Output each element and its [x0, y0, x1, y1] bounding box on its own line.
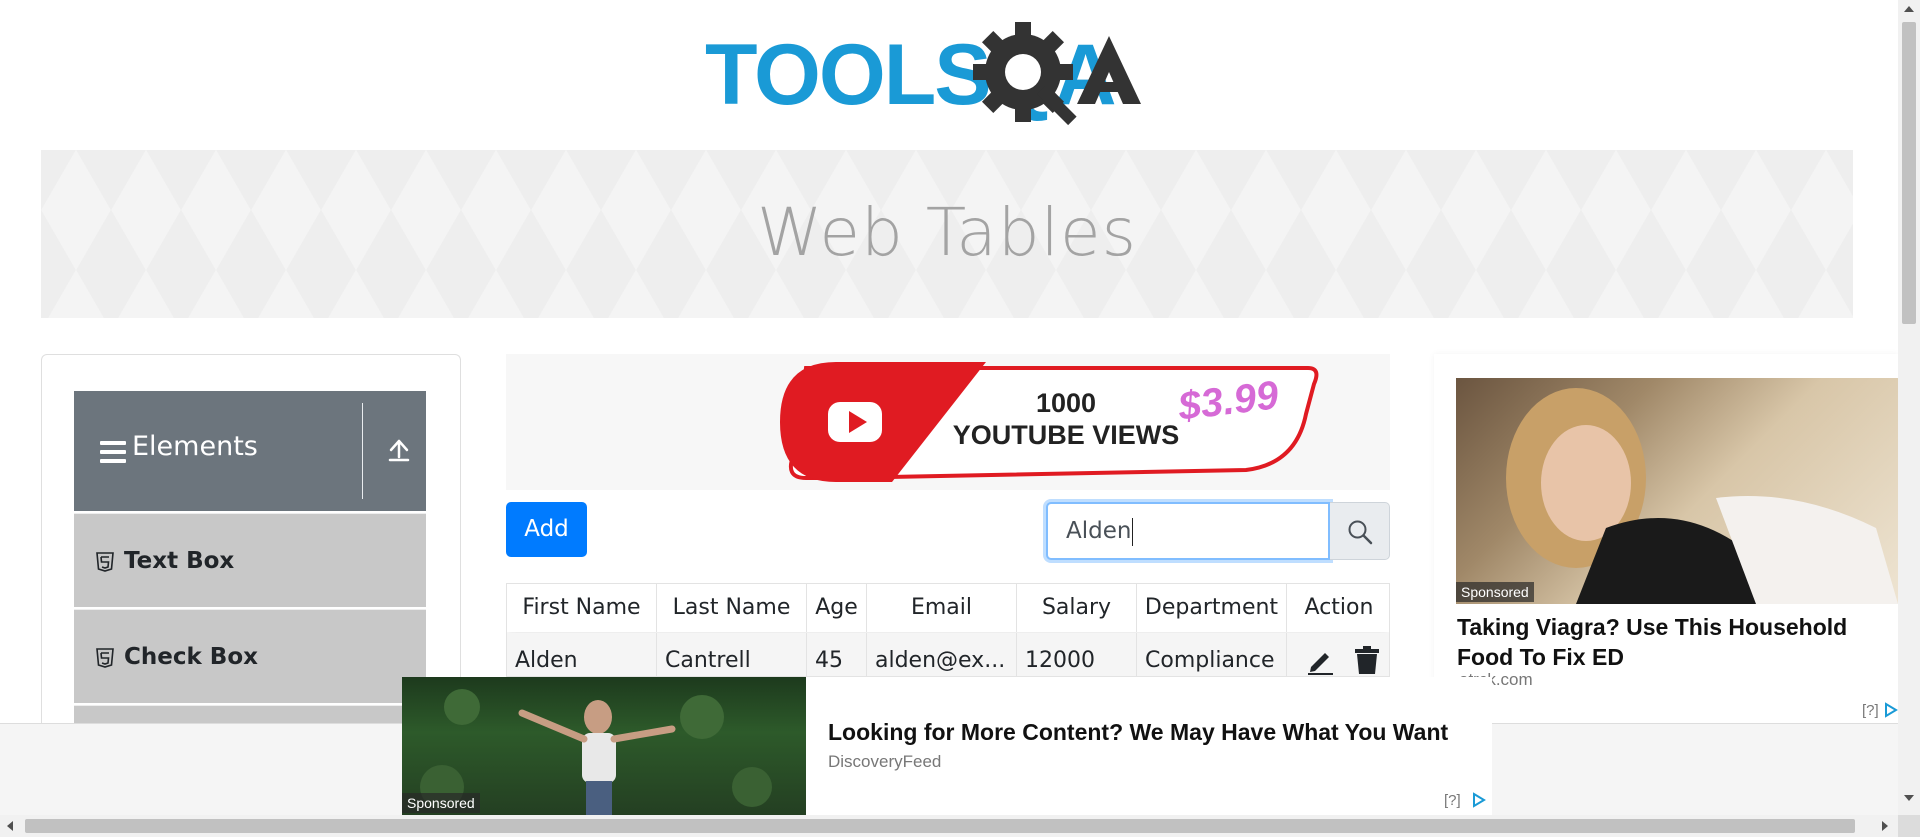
page-title: Web Tables [757, 194, 1137, 271]
sponsored-ad-bottom[interactable]: Sponsored Looking for More Content? We M… [402, 677, 1492, 815]
column-header-email[interactable]: Email [867, 584, 1017, 632]
sponsored-label: Sponsored [1456, 582, 1534, 602]
scrollbar-corner [1898, 815, 1920, 837]
scroll-left-icon[interactable] [7, 821, 13, 831]
ad-views-count: 1000 [1036, 388, 1096, 418]
adchoices-icon[interactable] [1472, 792, 1486, 808]
youtube-views-ad[interactable]: 1000 YOUTUBE VIEWS $3.99 [506, 354, 1390, 490]
cell-salary: 12000 [1017, 633, 1137, 676]
text-caret [1132, 517, 1134, 546]
scroll-right-icon[interactable] [1882, 821, 1888, 831]
column-header-first-name[interactable]: First Name [507, 584, 657, 632]
cell-age: 45 [807, 633, 867, 676]
ad-photo [1506, 388, 1898, 604]
ad-headline[interactable]: Taking Viagra? Use This Household Food T… [1457, 612, 1887, 672]
header: TOOLSQA [0, 0, 1898, 150]
column-header-last-name[interactable]: Last Name [657, 584, 807, 632]
ad-headline[interactable]: Looking for More Content? We May Have Wh… [828, 719, 1448, 746]
scroll-down-icon[interactable] [1904, 795, 1914, 801]
cell-email: alden@ex... [867, 633, 1017, 676]
web-table: First Name Last Name Age Email Salary De… [506, 583, 1390, 677]
sponsored-label: Sponsored [402, 793, 480, 813]
scrollbar-thumb[interactable] [25, 819, 1855, 833]
vertical-scrollbar[interactable] [1898, 0, 1920, 815]
column-header-action[interactable]: Action [1287, 584, 1389, 632]
search-input-value: Alden [1066, 518, 1132, 544]
trash-icon[interactable] [1353, 645, 1381, 675]
column-header-department[interactable]: Department [1137, 584, 1287, 632]
ad-source[interactable]: DiscoveryFeed [828, 752, 941, 772]
search-box: Alden [1046, 502, 1390, 560]
column-header-age[interactable]: Age [807, 584, 867, 632]
toolsqa-logo[interactable]: TOOLSQA [705, 22, 1195, 137]
header-divider [362, 403, 363, 499]
search-button[interactable] [1330, 502, 1390, 560]
html5-icon [96, 552, 114, 572]
cell-department: Compliance [1137, 633, 1287, 676]
scroll-up-icon[interactable] [1904, 6, 1914, 12]
cell-first-name: Alden [507, 633, 657, 676]
scrollbar-thumb[interactable] [1902, 22, 1916, 324]
ad-image[interactable]: Sponsored [1456, 378, 1898, 604]
table-header: First Name Last Name Age Email Salary De… [507, 584, 1389, 632]
add-button[interactable]: Add [506, 502, 587, 557]
ad-info-marker[interactable]: [?] [1862, 702, 1879, 719]
sidebar-item-label: Text Box [124, 548, 235, 574]
edit-pencil-icon[interactable] [1305, 645, 1335, 675]
sidebar-item-label: Check Box [124, 644, 258, 670]
cell-action [1287, 633, 1389, 676]
cell-last-name: Cantrell [657, 633, 807, 676]
left-panel: Elements Text Box Check Box [41, 354, 461, 734]
sidebar-item-text-box[interactable]: Text Box [74, 513, 426, 607]
ad-info-marker[interactable]: [?] [1444, 792, 1461, 809]
html5-icon [96, 648, 114, 668]
ad-image[interactable]: Sponsored [402, 677, 806, 815]
column-header-salary[interactable]: Salary [1017, 584, 1137, 632]
upload-arrow-icon[interactable] [384, 435, 414, 465]
search-input[interactable]: Alden [1046, 502, 1330, 560]
table-row: Alden Cantrell 45 alden@ex... 12000 Comp… [507, 633, 1389, 676]
hamburger-icon [100, 441, 126, 463]
group-header-elements[interactable]: Elements [74, 391, 426, 511]
sponsored-ad-right[interactable]: Sponsored Taking Viagra? Use This Househ… [1434, 354, 1898, 726]
sidebar-item-check-box[interactable]: Check Box [74, 609, 426, 703]
adchoices-icon[interactable] [1884, 702, 1898, 718]
page-banner: Web Tables [41, 150, 1853, 318]
horizontal-scrollbar[interactable] [0, 815, 1898, 837]
search-icon [1348, 520, 1373, 545]
youtube-ad-graphic: 1000 YOUTUBE VIEWS $3.99 [780, 362, 1319, 482]
group-title: Elements [132, 431, 258, 462]
ad-views-label: YOUTUBE VIEWS [953, 420, 1180, 450]
